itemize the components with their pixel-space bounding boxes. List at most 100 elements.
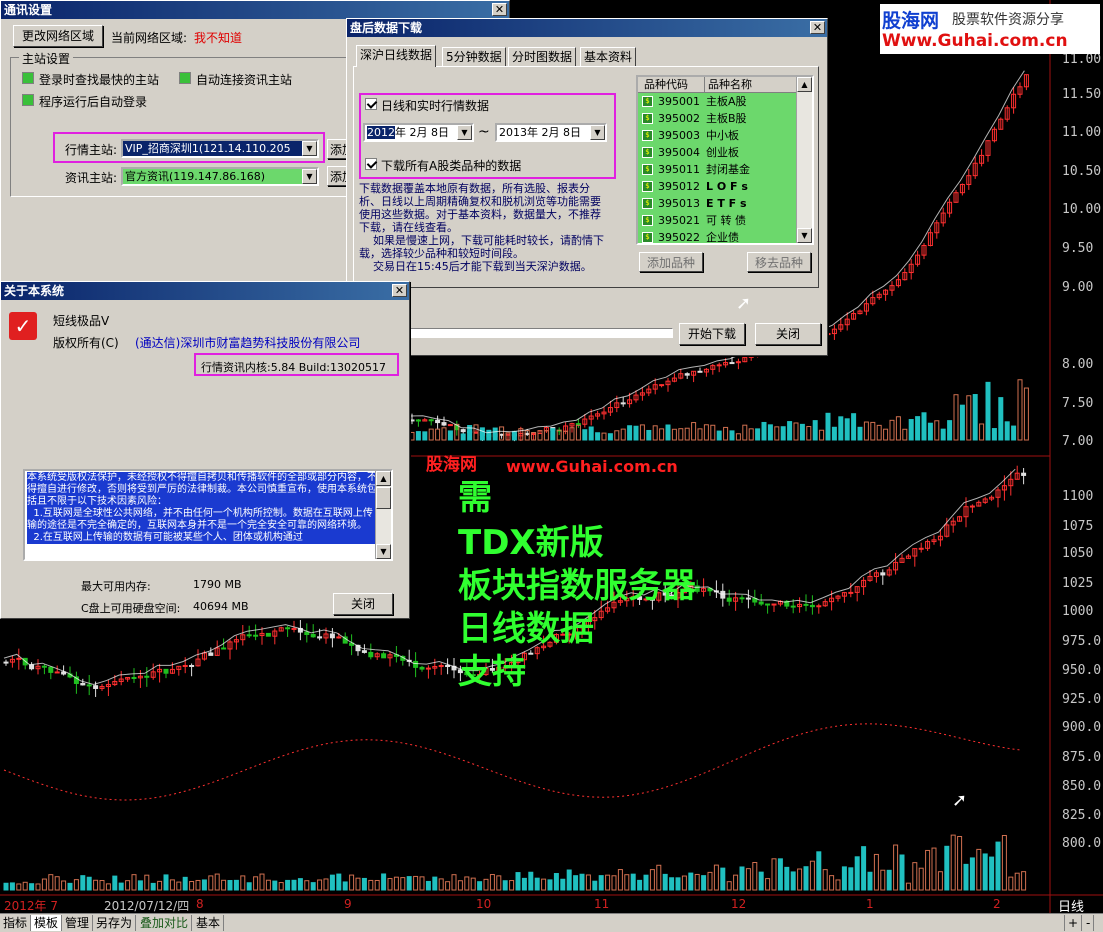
lower-candle [304,631,310,635]
lower-volume-bar [221,879,227,891]
price-label: 825.0 [1062,808,1102,823]
list-item[interactable]: $395021 可 转 债 [638,212,796,229]
lower-volume-bar [905,882,911,891]
list-item[interactable]: $395012 L O F s [638,178,796,195]
lower-candle [144,675,150,678]
upper-volume-bar [921,412,927,441]
remove-item-button[interactable]: 移去品种 [747,252,811,272]
lower-candle [969,505,975,508]
col-code[interactable]: 品种代码 [644,77,688,92]
fastest-checkbox[interactable] [22,72,34,84]
list-body: $395001 主板A股 $395002 主板B股 $395003 中小板 $3950… [638,93,796,243]
xaxis-label: 1 [866,897,874,911]
scroll-thumb[interactable] [376,487,391,509]
lower-volume-bar [406,876,412,891]
auto-connect-checkbox[interactable] [179,72,191,84]
lower-volume-bar [944,845,950,891]
lower-volume-bar [285,879,291,891]
start-download-button[interactable]: 开始下载 [679,323,745,345]
product-list[interactable]: 品种代码 品种名称 $395001 主板A股 $395002 主板B股 $39500… [636,75,814,245]
add-item-button[interactable]: 添加品种 [639,252,703,272]
info-station-select[interactable]: 官方资讯(119.147.86.168) ▼ [121,167,319,186]
scroll-down-icon[interactable]: ▼ [376,544,391,559]
lower-volume-bar [675,877,681,891]
tab-basic-info[interactable]: 基本资料 [580,47,637,66]
list-item[interactable]: $395003 中小板 [638,127,796,144]
auto-login-checkbox[interactable] [22,94,34,106]
list-scrollbar[interactable]: ▲ ▼ [796,77,812,243]
upper-volume-bar [422,431,428,441]
close-button[interactable]: 关闭 [755,323,821,345]
tab-template[interactable]: 模板 [31,915,63,931]
tab-basic[interactable]: 基本 [193,915,225,931]
upper-volume-bar [851,413,857,441]
close-icon[interactable]: ✕ [392,284,407,297]
upper-volume-bar [761,421,767,441]
lower-volume-bar [233,879,239,891]
tab-indicator[interactable]: 指标 [0,915,32,931]
change-region-button[interactable]: 更改网络区域 [13,25,103,47]
close-icon[interactable]: ✕ [810,21,825,34]
col-name[interactable]: 品种名称 [704,77,752,92]
license-textarea[interactable]: 本系统受版权法保护，未经授权不得擅自拷贝和传播软件的全部或部分内容，不得擅自进行… [23,469,393,561]
tab-overlay-compare[interactable]: 叠加对比 [137,915,193,931]
lower-volume-bar [80,875,86,891]
list-item[interactable]: $395022 企业债 [638,229,796,243]
lower-volume-bar [29,883,35,891]
lower-volume-bar [509,880,515,891]
upper-volume-bar [620,428,626,441]
tab-manage[interactable]: 管理 [62,915,94,931]
close-icon[interactable]: ✕ [492,3,507,16]
tab-save-as[interactable]: 另存为 [93,915,137,931]
lower-candle [336,636,342,639]
about-close-button[interactable]: 关闭 [333,593,393,615]
about-dialog: 关于本系统 ✕ ✓ 短线极品V 版权所有(C) (通达信)深圳市财富趋势科技股份… [0,281,410,619]
lower-volume-bar [656,864,662,891]
list-item[interactable]: $395013 E T F s [638,195,796,212]
tab-5min-data[interactable]: 5分钟数据 [442,47,506,66]
highlight-box [53,132,325,163]
license-scrollbar[interactable]: ▲ ▼ [375,471,391,559]
lower-volume-bar [253,876,259,891]
list-item[interactable]: $395004 创业板 [638,144,796,161]
lower-volume-bar [982,853,988,891]
lower-volume-bar [432,876,438,891]
about-dialog-title: 关于本系统 [4,284,65,298]
upper-volume-bar [671,428,677,441]
zoom-in-button[interactable]: + [1064,915,1083,931]
upper-volume-bar [959,404,965,441]
lower-candle [48,666,54,673]
lower-volume-bar [713,864,719,891]
scroll-down-icon[interactable]: ▼ [797,228,812,243]
lower-volume-bar [355,877,361,891]
tab-daily-data[interactable]: 深沪日线数据 [356,45,437,67]
tab-tick-data[interactable]: 分时图数据 [508,47,577,66]
list-item[interactable]: $395001 主板A股 [638,93,796,110]
memory-value: 1790 MB [193,578,242,591]
upper-candle [684,373,690,376]
upper-volume-bar [716,430,722,441]
upper-volume-bar [659,428,665,441]
list-item[interactable]: $395011 封闭基金 [638,161,796,178]
upper-volume-bar [582,429,588,441]
lower-candle [848,591,854,594]
upper-volume-bar [844,418,850,441]
lower-volume-bar [886,869,892,891]
lower-volume-bar [995,841,1001,891]
upper-candle [460,429,466,433]
lower-volume-bar [573,875,579,891]
zoom-out-button[interactable]: - [1083,915,1095,931]
lower-volume-bar [61,880,67,891]
scroll-up-icon[interactable]: ▲ [797,77,812,92]
stock-icon: $ [642,198,653,209]
lower-volume-bar [931,847,937,891]
lower-volume-bar [816,851,822,891]
list-item[interactable]: $395002 主板B股 [638,110,796,127]
current-region-value: 我不知道 [194,31,243,45]
price-label: 1000 [1062,604,1094,619]
lower-volume-bar [681,875,687,891]
chevron-down-icon[interactable]: ▼ [302,169,317,184]
upper-volume-bar [588,426,594,441]
scroll-up-icon[interactable]: ▲ [376,471,391,486]
lower-volume-bar [400,877,406,891]
